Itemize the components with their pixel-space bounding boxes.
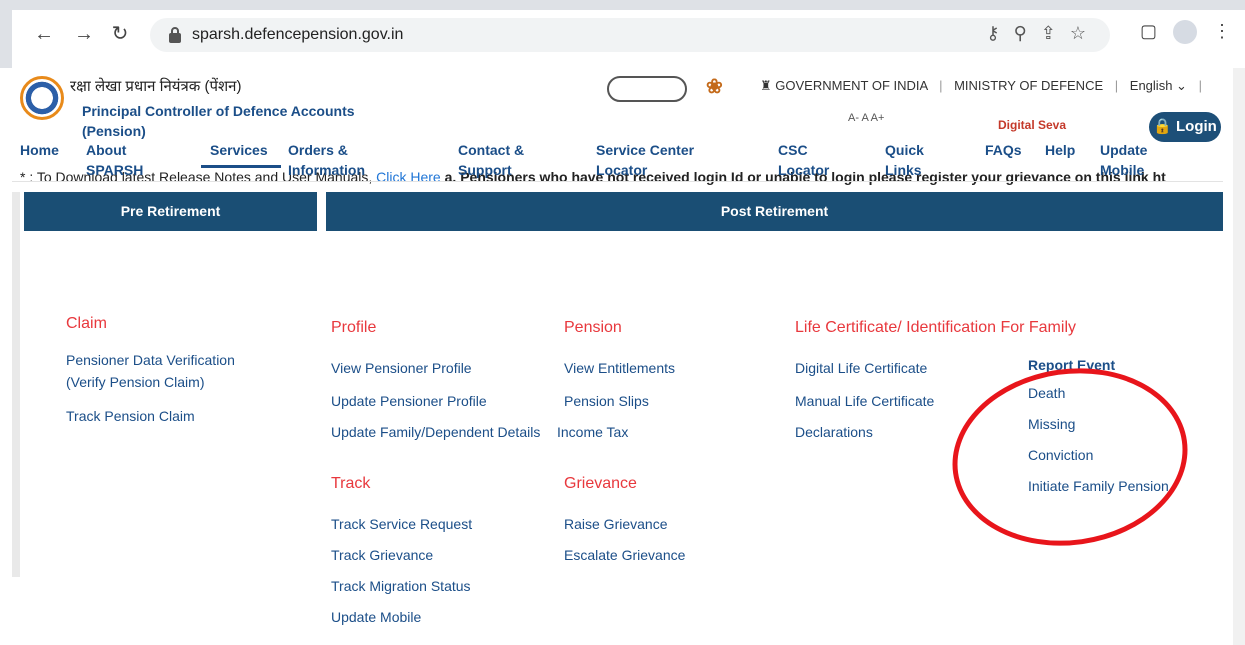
window-edge xyxy=(0,0,12,68)
pre-retirement-header: Pre Retirement xyxy=(24,192,317,231)
track-migration-status-link[interactable]: Track Migration Status xyxy=(331,575,471,597)
key-icon[interactable]: ⚷ xyxy=(986,23,1013,43)
browser-actions: ▢ ⋮ xyxy=(1124,20,1231,44)
chevron-down-icon: ⌄ xyxy=(1176,78,1187,93)
grievance-title: Grievance xyxy=(564,475,637,492)
star-icon[interactable]: ☆ xyxy=(1070,23,1100,43)
menu-icon[interactable]: ⋮ xyxy=(1213,21,1231,42)
track-service-request-link[interactable]: Track Service Request xyxy=(331,513,472,535)
profile-title: Profile xyxy=(331,319,377,336)
track-grievance-link[interactable]: Track Grievance xyxy=(331,544,433,566)
font-size-controls[interactable]: A- A A+ xyxy=(848,112,884,124)
track-pension-claim-link[interactable]: Track Pension Claim xyxy=(66,405,195,427)
anniversary-logo: ❀ xyxy=(706,76,723,98)
raise-grievance-link[interactable]: Raise Grievance xyxy=(564,513,668,535)
profile-avatar[interactable] xyxy=(1173,20,1197,44)
escalate-grievance-link[interactable]: Escalate Grievance xyxy=(564,544,685,566)
tab-strip xyxy=(0,0,1245,10)
pension-title: Pension xyxy=(564,319,622,336)
update-pensioner-profile-link[interactable]: Update Pensioner Profile xyxy=(331,390,487,412)
nav-help[interactable]: Help xyxy=(1045,140,1095,160)
org-name-hindi: रक्षा लेखा प्रधान नियंत्रक (पेंशन) xyxy=(70,78,242,95)
nav-faqs[interactable]: FAQs xyxy=(985,140,1035,160)
reload-icon[interactable]: ↻ xyxy=(108,22,132,46)
view-pensioner-profile-link[interactable]: View Pensioner Profile xyxy=(331,357,472,379)
view-entitlements-link[interactable]: View Entitlements xyxy=(564,357,675,379)
update-family-details-link[interactable]: Update Family/Dependent Details xyxy=(331,421,540,443)
nav-update-mobile[interactable]: Update Mobile xyxy=(1100,140,1170,180)
language-select[interactable]: English ⌄ xyxy=(1130,78,1187,93)
digital-seva-logo[interactable]: Digital Seva xyxy=(998,118,1066,132)
nav-divider xyxy=(12,181,1223,182)
pcda-logo xyxy=(20,76,64,120)
claim-title: Claim xyxy=(66,315,107,332)
omnibox-tools: ⚷⚲⇪☆ xyxy=(986,23,1100,44)
swachh-bharat-logo xyxy=(607,76,687,102)
address-bar[interactable]: sparsh.defencepension.gov.in ⚷⚲⇪☆ xyxy=(150,18,1110,52)
nav-services[interactable]: Services xyxy=(210,140,290,160)
income-tax-link[interactable]: Income Tax xyxy=(557,421,628,443)
browser-toolbar: ← → ↻ sparsh.defencepension.gov.in ⚷⚲⇪☆ … xyxy=(0,0,1245,68)
lock-icon xyxy=(169,27,181,43)
main-navigation: Home About SPARSH Services Orders & Info… xyxy=(20,140,1233,186)
pensioner-data-verification-link[interactable]: Pensioner Data Verification (Verify Pens… xyxy=(66,349,276,393)
sidepanel-icon[interactable]: ▢ xyxy=(1140,21,1157,42)
zoom-icon[interactable]: ⚲ xyxy=(1014,23,1041,43)
digital-life-certificate-link[interactable]: Digital Life Certificate xyxy=(795,357,927,379)
pension-slips-link[interactable]: Pension Slips xyxy=(564,390,649,412)
panel-shadow xyxy=(12,192,20,577)
post-retirement-header: Post Retirement xyxy=(326,192,1223,231)
declarations-link[interactable]: Declarations xyxy=(795,421,873,443)
update-mobile-link[interactable]: Update Mobile xyxy=(331,606,421,628)
ministry-link[interactable]: MINISTRY OF DEFENCE xyxy=(954,78,1103,93)
share-icon[interactable]: ⇪ xyxy=(1041,23,1070,43)
manual-life-certificate-link[interactable]: Manual Life Certificate xyxy=(795,390,934,412)
nav-service-center[interactable]: Service Center Locator xyxy=(596,140,716,180)
url-text: sparsh.defencepension.gov.in xyxy=(192,26,404,43)
track-title: Track xyxy=(331,475,371,492)
emblem-icon: ♜ xyxy=(760,78,772,93)
nav-home[interactable]: Home xyxy=(20,140,70,160)
nav-orders[interactable]: Orders & Information xyxy=(288,140,388,180)
nav-quick-links[interactable]: Quick Links xyxy=(885,140,945,180)
back-icon[interactable]: ← xyxy=(32,22,56,46)
page-scrollbar[interactable] xyxy=(1233,68,1245,645)
nav-contact[interactable]: Contact & Support xyxy=(458,140,548,180)
nav-about-sparsh[interactable]: About SPARSH xyxy=(86,140,166,180)
gov-india-link[interactable]: GOVERNMENT OF INDIA xyxy=(775,78,927,93)
forward-icon[interactable]: → xyxy=(72,22,96,46)
nav-csc-locator[interactable]: CSC Locator xyxy=(778,140,848,180)
active-tab-indicator xyxy=(201,165,281,168)
gov-links: ♜ GOVERNMENT OF INDIA | MINISTRY OF DEFE… xyxy=(760,78,1202,93)
life-certificate-title: Life Certificate/ Identification For Fam… xyxy=(795,319,1076,336)
lock-icon: 🔒 xyxy=(1153,118,1172,135)
org-name-english: Principal Controller of Defence Accounts… xyxy=(82,103,355,139)
login-button[interactable]: 🔒 Login xyxy=(1149,112,1221,142)
